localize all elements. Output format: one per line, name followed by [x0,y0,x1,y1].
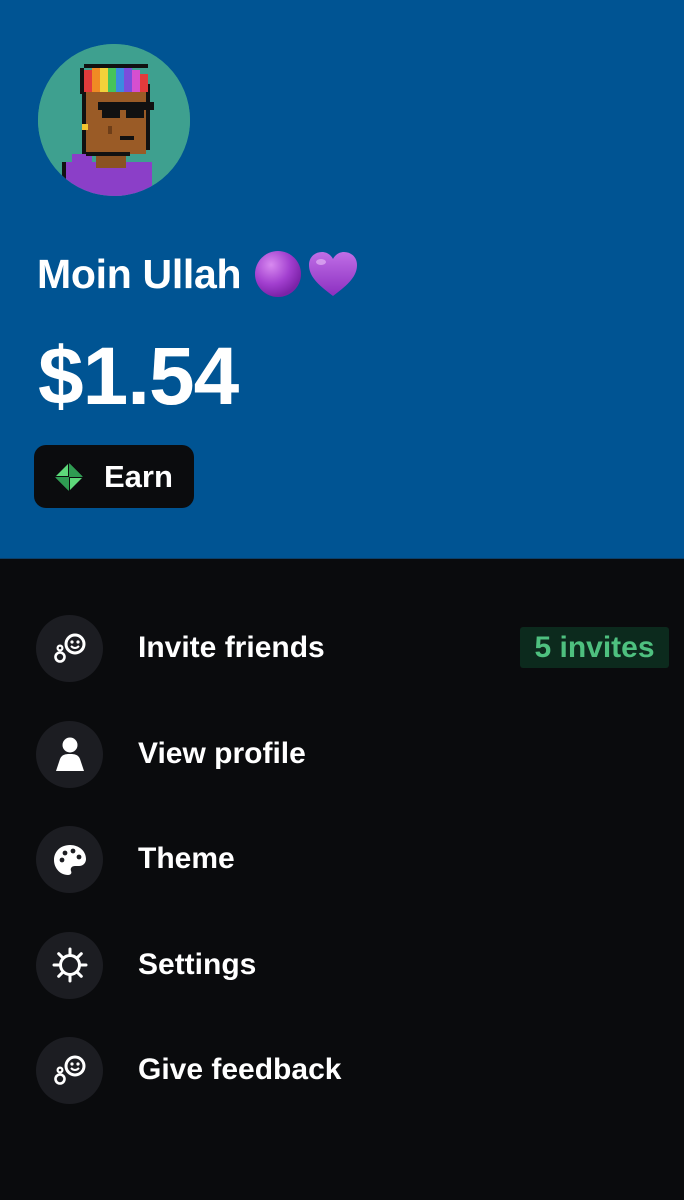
person-icon [36,720,103,788]
menu-item-view-profile[interactable]: View profile [0,701,684,807]
balance-amount: $1.54 [38,331,239,422]
menu-item-theme[interactable]: Theme [0,806,684,912]
menu-item-label: Give feedback [138,1053,342,1086]
menu-item-label: Settings [138,947,257,981]
user-name: Moin Ullah [37,246,359,302]
earn-button[interactable]: Earn [34,445,194,508]
profile-header: Moin Ullah $1.54 Earn [0,0,684,559]
gear-icon [36,931,103,999]
menu-item-label: Invite friends [138,631,325,664]
earn-label: Earn [104,458,173,494]
invite-friends-icon [36,615,103,682]
user-name-text: Moin Ullah [37,250,242,297]
menu-list: Invite friends 5 invites View profile Th… [0,595,684,1123]
menu-item-label: View profile [138,736,306,770]
sparkle-diamond-icon [55,462,83,491]
purple-heart-emoji-icon [309,252,358,296]
palette-icon [36,826,103,893]
menu-item-give-feedback[interactable]: Give feedback [0,1017,684,1123]
menu-item-settings[interactable]: Settings [0,912,684,1018]
pixel-punk-avatar-image [38,44,190,196]
name-emojis [253,249,359,299]
invites-count-badge: 5 invites [520,627,669,668]
feedback-icon [36,1037,103,1104]
purple-circle-emoji-icon [255,251,302,297]
menu-item-invite-friends[interactable]: Invite friends 5 invites [0,595,684,701]
menu-item-label: Theme [138,842,235,875]
avatar[interactable] [38,44,190,196]
